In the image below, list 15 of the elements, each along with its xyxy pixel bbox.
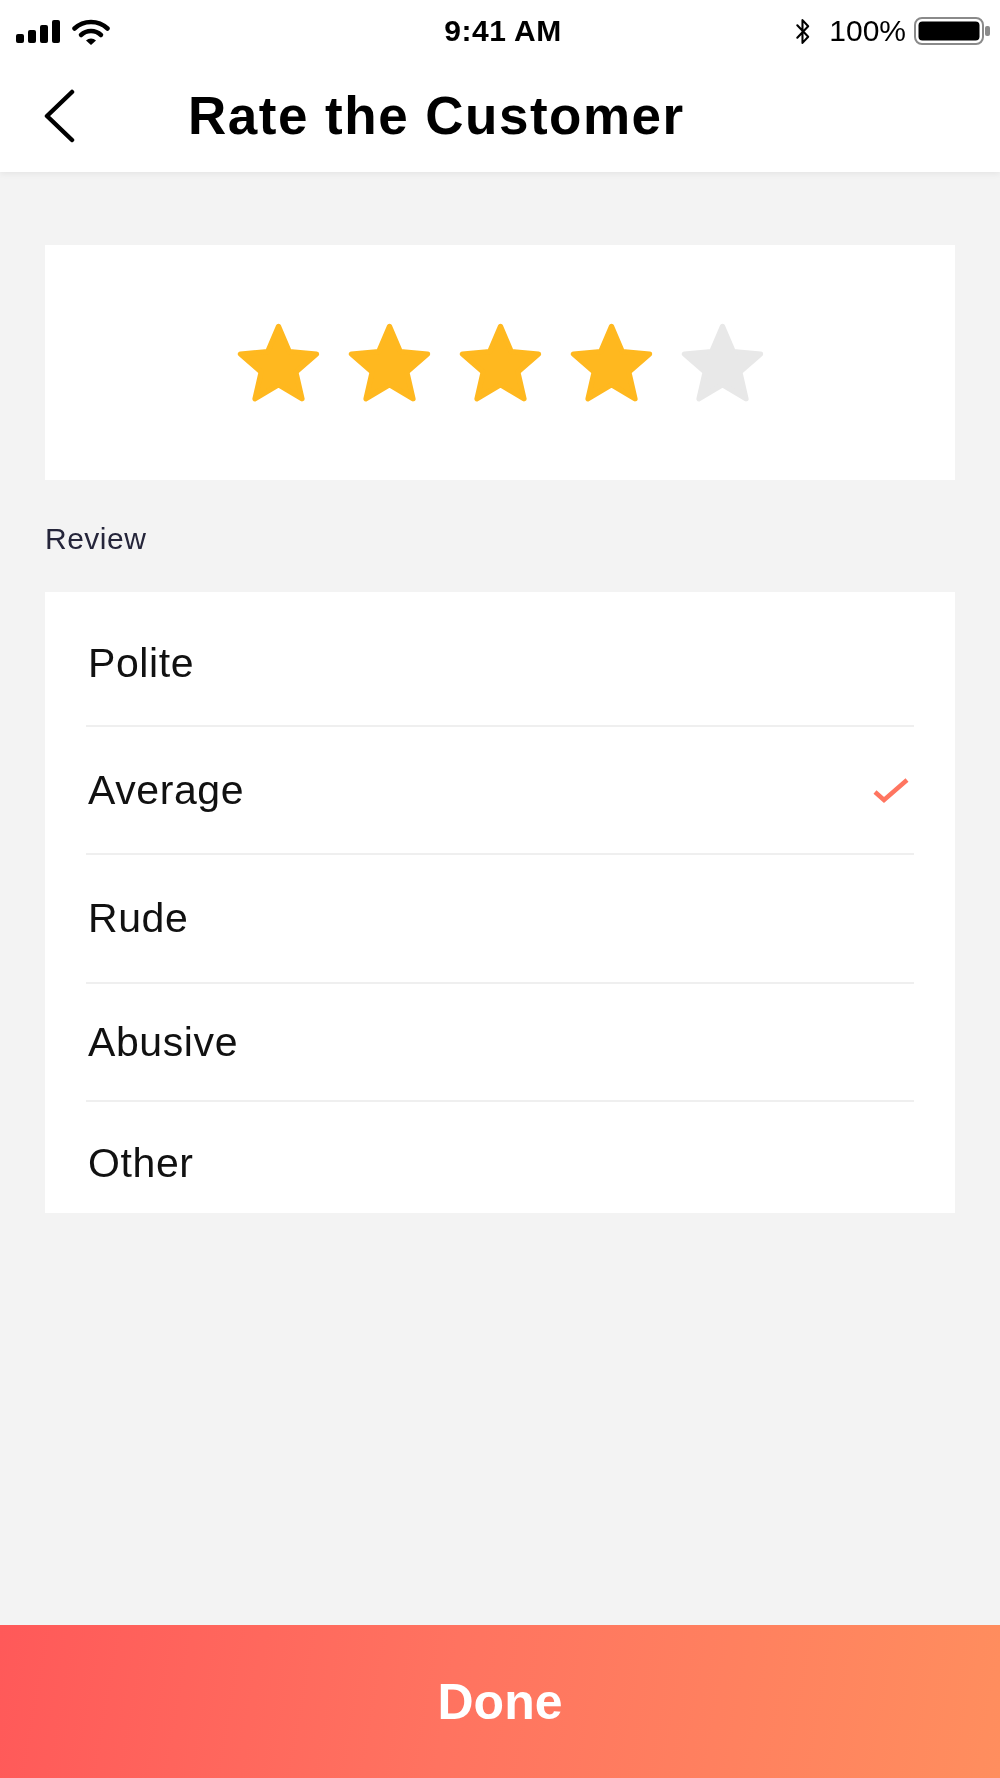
bluetooth-icon (795, 17, 812, 45)
status-time: 9:41 AM (444, 14, 562, 48)
review-option[interactable]: Other (86, 1102, 914, 1213)
page-title: Rate the Customer (188, 85, 685, 147)
back-button[interactable] (43, 89, 75, 143)
signal-icon (16, 19, 62, 43)
section-label: Review (45, 521, 148, 557)
review-option[interactable]: Average (86, 727, 914, 855)
wifi-icon (72, 17, 110, 45)
battery-percent: 100% (829, 14, 906, 48)
review-option[interactable]: Abusive (86, 984, 914, 1102)
back-icon (43, 89, 75, 143)
review-option[interactable]: Polite (86, 602, 914, 727)
battery-icon (914, 17, 990, 45)
review-option[interactable]: Rude (86, 855, 914, 984)
